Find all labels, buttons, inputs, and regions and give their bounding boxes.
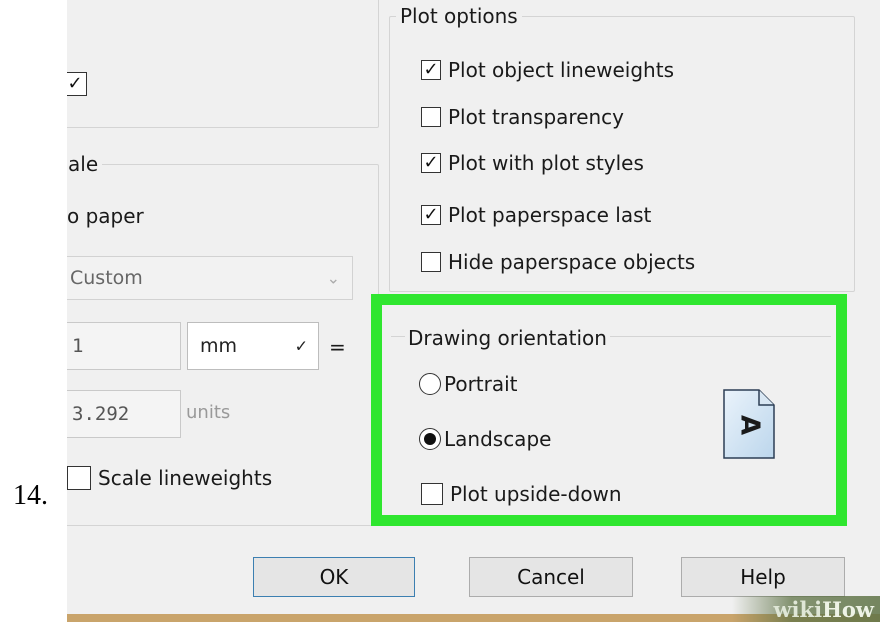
checkmark-icon: ✓ <box>423 204 439 225</box>
scale-lineweights-label: Scale lineweights <box>98 466 273 490</box>
checkmark-icon: ✓ <box>423 59 439 80</box>
portrait-radio[interactable] <box>419 373 441 395</box>
watermark-wiki: wiki <box>773 596 823 622</box>
plot-options-group: Plot options <box>389 4 855 292</box>
units-label: units <box>186 402 231 423</box>
wikihow-watermark: wiki How <box>732 596 880 622</box>
landscape-label: Landscape <box>444 427 552 451</box>
checkmark-icon: ✓ <box>67 73 83 94</box>
cancel-button[interactable]: Cancel <box>469 557 633 597</box>
plot-with-plot-styles-row[interactable]: ✓ Plot with plot styles <box>421 151 644 175</box>
scale-units-field[interactable]: 3.292 <box>67 390 181 438</box>
hide-paperspace-objects-checkbox[interactable] <box>421 252 441 272</box>
watermark-how: How <box>822 596 874 622</box>
drawing-orientation-legend: Drawing orientation <box>405 326 610 350</box>
scale-unit-value: mm <box>200 335 238 357</box>
scale-combo[interactable]: Custom ⌄ <box>67 256 353 300</box>
plot-paperspace-last-label: Plot paperspace last <box>448 203 652 227</box>
plot-scale-legend: ale <box>68 152 99 176</box>
plot-transparency-checkbox[interactable] <box>421 107 441 127</box>
page-letter: A <box>735 415 765 435</box>
hide-paperspace-objects-row[interactable]: Hide paperspace objects <box>421 250 695 274</box>
scale-inches-value: 1 <box>72 335 84 357</box>
plot-upside-down-row[interactable]: Plot upside-down <box>421 482 622 506</box>
scale-lineweights-row[interactable]: Scale lineweights <box>67 466 272 490</box>
step-number: 14. <box>13 480 48 511</box>
equals-sign: = <box>329 335 346 359</box>
top-left-group <box>67 0 379 128</box>
checkmark-icon: ✓ <box>423 152 439 173</box>
portrait-label: Portrait <box>444 372 518 396</box>
plot-paperspace-last-checkbox[interactable]: ✓ <box>421 205 441 225</box>
plot-transparency-label: Plot transparency <box>448 105 625 129</box>
scale-lineweights-checkbox[interactable] <box>67 466 91 490</box>
landscape-page-icon: A <box>723 389 775 459</box>
help-button[interactable]: Help <box>681 557 845 597</box>
portrait-option[interactable]: Portrait <box>419 372 518 396</box>
landscape-radio[interactable] <box>419 428 441 450</box>
plot-object-lineweights-label: Plot object lineweights <box>448 58 674 82</box>
plot-transparency-row[interactable]: Plot transparency <box>421 105 624 129</box>
chevron-down-icon: ✓ <box>294 336 308 356</box>
plot-paperspace-last-row[interactable]: ✓ Plot paperspace last <box>421 203 651 227</box>
plot-with-plot-styles-label: Plot with plot styles <box>448 151 644 175</box>
plot-options-legend: Plot options <box>400 4 518 28</box>
top-left-checkbox[interactable]: ✓ <box>67 72 87 96</box>
ok-button[interactable]: OK <box>253 557 415 597</box>
chevron-down-icon: ⌄ <box>326 268 340 288</box>
scale-combo-value: Custom <box>70 267 143 289</box>
plot-upside-down-checkbox[interactable] <box>421 483 443 505</box>
plot-with-plot-styles-checkbox[interactable]: ✓ <box>421 153 441 173</box>
plot-dialog: ✓ ale o paper Custom ⌄ 1 mm ✓ = 3.292 un… <box>67 0 880 622</box>
scale-unit-select[interactable]: mm ✓ <box>187 322 319 370</box>
hide-paperspace-objects-label: Hide paperspace objects <box>448 250 696 274</box>
plot-object-lineweights-checkbox[interactable]: ✓ <box>421 60 441 80</box>
landscape-option[interactable]: Landscape <box>419 427 551 451</box>
plot-upside-down-label: Plot upside-down <box>450 482 622 506</box>
plot-object-lineweights-row[interactable]: ✓ Plot object lineweights <box>421 58 674 82</box>
radio-selected-dot <box>424 433 436 445</box>
scale-units-value: 3.292 <box>72 403 130 425</box>
fit-to-paper-label[interactable]: o paper <box>67 204 144 228</box>
scale-inches-field[interactable]: 1 <box>67 322 181 370</box>
